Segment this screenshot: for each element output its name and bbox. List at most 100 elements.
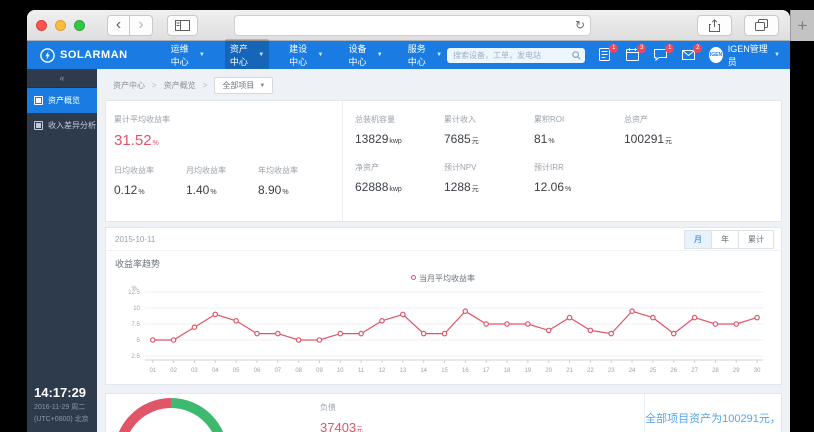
svg-text:27: 27: [691, 368, 698, 374]
navbar-right: 1 3 1: [447, 42, 780, 68]
window-controls: [36, 19, 85, 31]
svg-text:17: 17: [483, 368, 490, 374]
period-tabs: 月 年 累计: [684, 229, 774, 249]
asset-summary: 全部项目资产为100291元， 其中负债为37403元，净资产为62888元: [644, 394, 781, 432]
donut-center: 资产负债结构 100291元: [114, 398, 228, 432]
svg-text:02: 02: [170, 368, 177, 374]
browser-toolbar: ‹ › ↻: [27, 10, 790, 41]
main-content: 资产中心 > 资产概览 > 全部项目 ▼ 累计平均收益率 31.52% 日均收益…: [97, 69, 790, 432]
svg-text:18: 18: [504, 368, 511, 374]
svg-text:15: 15: [441, 368, 448, 374]
svg-text:08: 08: [295, 368, 302, 374]
cumulative-avg-yield: 31.52%: [114, 132, 159, 149]
tab-year[interactable]: 年: [712, 229, 739, 249]
svg-text:11: 11: [358, 368, 365, 374]
menu-item-operations[interactable]: 运维中心 ▼: [166, 39, 210, 71]
asset-structure-card: 资产负债结构 100291元 负债 37403元 净资产 全部项目资产为1002…: [105, 393, 782, 432]
minimize-window-button[interactable]: [55, 19, 66, 31]
stat-cumulative-income: 累计收入 7685元: [444, 115, 479, 146]
svg-text:10: 10: [337, 368, 344, 374]
svg-text:03: 03: [191, 368, 198, 374]
svg-text:23: 23: [608, 368, 615, 374]
svg-text:10: 10: [133, 306, 140, 312]
brand[interactable]: SOLARMAN: [40, 47, 128, 63]
chart-legend: 当月平均收益率: [115, 273, 771, 284]
svg-text:12: 12: [379, 368, 386, 374]
annual-yield: 年均收益率 8.90%: [258, 166, 298, 197]
sidebar-collapse-button[interactable]: «: [27, 69, 97, 88]
svg-text:07: 07: [274, 368, 281, 374]
stats-card: 累计平均收益率 31.52% 日均收益率 0.12% 月均收益率 1.40% 年…: [105, 100, 782, 222]
show-tabs-button[interactable]: [744, 14, 779, 36]
chart-toolbar: 2015-10-11 月 年 累计: [106, 228, 781, 251]
close-window-button[interactable]: [36, 19, 47, 31]
sidebar-item-label: 资产概览: [48, 96, 80, 105]
work-order-button[interactable]: 1: [598, 44, 619, 62]
chevron-down-icon: ▼: [258, 52, 265, 58]
clock-timezone: (UTC+0800) 北京: [34, 416, 89, 423]
new-tab-button[interactable]: +: [790, 10, 814, 41]
search-input[interactable]: [453, 50, 570, 60]
svg-text:09: 09: [316, 368, 323, 374]
svg-text:06: 06: [254, 368, 261, 374]
svg-text:24: 24: [629, 368, 636, 374]
breadcrumb-asset-overview[interactable]: 资产概览: [164, 80, 196, 91]
sidebar-item-income-analysis[interactable]: 收入差异分析: [27, 113, 97, 138]
monthly-yield: 月均收益率 1.40%: [186, 166, 226, 197]
legend-marker-icon: [411, 275, 416, 280]
svg-text:28: 28: [712, 368, 719, 374]
main-menu: 运维中心 ▼ 资产中心 ▼ 建设中心 ▼ 设备中心 ▼ 服务中心 ▼: [166, 39, 447, 71]
svg-text:19: 19: [525, 368, 532, 374]
menu-item-construction[interactable]: 建设中心 ▼: [284, 39, 328, 71]
sidebar-item-asset-overview[interactable]: 资产概览: [27, 88, 97, 113]
back-icon: ‹: [115, 16, 122, 33]
chevron-down-icon: ▼: [198, 52, 205, 58]
breadcrumb-asset-center[interactable]: 资产中心: [113, 80, 145, 91]
browser-window: ‹ › ↻ SOLARMAN 运维中心 ▼ 资产中心 ▼ 建设中心 ▼ 设备中心…: [27, 10, 790, 432]
svg-text:30: 30: [754, 368, 761, 374]
summary-line-1: 全部项目资产为100291元，: [645, 413, 781, 425]
tab-month[interactable]: 月: [684, 229, 712, 249]
svg-text:01: 01: [149, 368, 156, 374]
stat-label: 累计平均收益率: [114, 115, 170, 124]
svg-text:20: 20: [545, 368, 552, 374]
svg-text:22: 22: [587, 368, 594, 374]
forward-icon: ›: [138, 16, 144, 33]
clock-time: 14:17:29: [34, 385, 87, 400]
asset-overview-icon: [34, 96, 43, 105]
svg-text:14: 14: [420, 368, 427, 374]
clock-widget: 14:17:29 2016-11-29 周二 (UTC+0800) 北京: [27, 378, 97, 432]
calendar-button[interactable]: 3: [626, 44, 647, 62]
income-analysis-icon: [34, 121, 43, 130]
messages-button[interactable]: 1: [654, 44, 675, 62]
svg-text:2.5: 2.5: [132, 354, 141, 360]
notification-badge: 1: [665, 44, 675, 53]
mail-button[interactable]: 2: [682, 44, 703, 62]
menu-item-service[interactable]: 服务中心 ▼: [403, 39, 447, 71]
chevron-down-icon: ▼: [259, 82, 266, 89]
menu-item-devices[interactable]: 设备中心 ▼: [343, 39, 387, 71]
sidebar-toggle-button[interactable]: [167, 14, 198, 36]
menu-item-assets[interactable]: 资产中心 ▼: [224, 39, 270, 71]
svg-text:12.5: 12.5: [128, 290, 140, 296]
notification-icons: 1 3 1 2: [598, 44, 703, 62]
user-menu[interactable]: IGEN IGEN管理员 ▼: [709, 42, 780, 68]
reload-icon[interactable]: ↻: [575, 18, 585, 32]
svg-text:5: 5: [137, 338, 141, 344]
asset-structure-left: 资产负债结构 100291元 负债 37403元 净资产: [106, 394, 644, 432]
global-search[interactable]: [447, 47, 586, 63]
brand-name: SOLARMAN: [60, 49, 128, 61]
screen: ‹ › ↻ SOLARMAN 运维中心 ▼ 资产中心 ▼ 建设中心 ▼ 设备中心…: [0, 0, 814, 432]
forward-button[interactable]: ›: [130, 14, 153, 36]
svg-text:13: 13: [400, 368, 407, 374]
project-filter-dropdown[interactable]: 全部项目 ▼: [214, 77, 274, 94]
stat-expected-npv: 预计NPV 1288元: [444, 163, 479, 194]
back-button[interactable]: ‹: [107, 14, 130, 36]
tab-cumulative[interactable]: 累计: [739, 229, 774, 249]
zoom-window-button[interactable]: [74, 19, 85, 31]
date-picker[interactable]: 2015-10-11: [115, 235, 155, 244]
share-button[interactable]: [697, 14, 732, 36]
address-bar[interactable]: ↻: [234, 14, 591, 36]
sidebar-icon: [175, 19, 190, 31]
chevron-down-icon: ▼: [376, 52, 383, 58]
